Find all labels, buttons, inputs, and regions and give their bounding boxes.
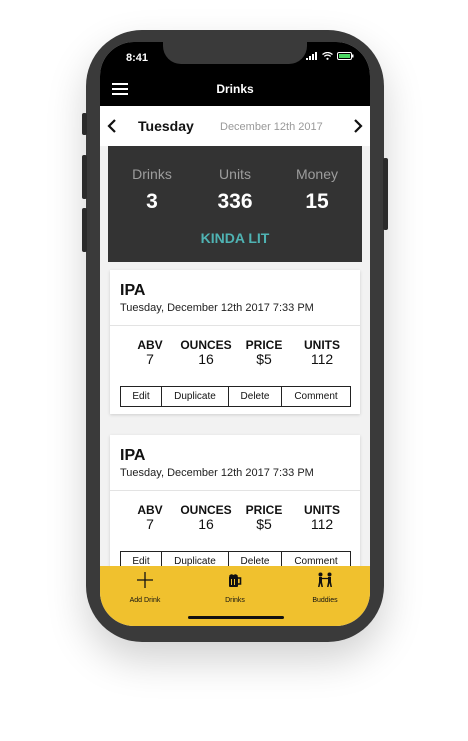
stat-price-label: PRICE xyxy=(245,338,283,352)
signal-icon xyxy=(306,52,317,60)
home-indicator[interactable] xyxy=(188,616,284,619)
stat-abv-label: ABV xyxy=(137,503,163,517)
stat-ounces-label: OUNCES xyxy=(180,338,232,352)
stat-ounces: OUNCES 16 xyxy=(176,338,236,367)
chevron-left-icon[interactable] xyxy=(106,118,118,134)
stat-units: UNITS 112 xyxy=(292,503,352,532)
stat-price: PRICE $5 xyxy=(234,338,294,367)
volume-down-button xyxy=(82,208,87,252)
stat-abv-label: ABV xyxy=(137,338,163,352)
summary-units-value: 336 xyxy=(217,190,253,213)
summary-drinks-value: 3 xyxy=(146,190,158,213)
stat-abv-value: 7 xyxy=(146,351,154,367)
summary-drinks: Drinks 3 xyxy=(112,166,192,214)
stat-abv: ABV 7 xyxy=(120,338,180,367)
summary-money-value: 15 xyxy=(305,190,329,213)
stat-abv-value: 7 xyxy=(146,516,154,532)
drink-name: IPA xyxy=(120,282,146,299)
status-time: 8:41 xyxy=(126,52,149,64)
stat-ounces-label: OUNCES xyxy=(180,503,232,517)
tab-buddies-label: Buddies xyxy=(312,597,338,604)
battery-icon xyxy=(337,52,354,60)
stat-ounces-value: 16 xyxy=(198,351,214,367)
daily-summary: Drinks 3 Units 336 Money 15 KINDA LIT xyxy=(108,146,362,262)
status-icons xyxy=(306,52,354,60)
stat-units-label: UNITS xyxy=(304,338,340,352)
tab-buddies[interactable]: Buddies xyxy=(290,572,360,604)
phone-screen: 8:41 Drinks Tuesday December 12th 2017 D… xyxy=(100,42,370,626)
stat-price-value: $5 xyxy=(256,351,272,367)
summary-drinks-label: Drinks xyxy=(132,166,172,182)
stat-units-value: 112 xyxy=(310,516,334,532)
plus-icon xyxy=(137,572,153,588)
tab-add-drink-label: Add Drink xyxy=(129,597,161,604)
day-name: Tuesday xyxy=(138,118,194,134)
chevron-right-icon[interactable] xyxy=(352,118,364,134)
summary-units: Units 336 xyxy=(195,166,275,214)
mute-switch xyxy=(82,113,87,135)
stat-price: PRICE $5 xyxy=(234,503,294,532)
edit-button[interactable]: Edit xyxy=(120,386,162,407)
divider xyxy=(110,490,360,491)
beer-mug-icon xyxy=(229,574,242,587)
stat-units: UNITS 112 xyxy=(292,338,352,367)
tab-add-drink[interactable]: Add Drink xyxy=(110,572,180,604)
day-date: December 12th 2017 xyxy=(220,121,323,133)
summary-units-label: Units xyxy=(219,166,251,182)
stat-price-label: PRICE xyxy=(245,503,283,517)
stat-units-value: 112 xyxy=(310,351,334,367)
page-title: Drinks xyxy=(216,82,254,96)
stat-ounces-value: 16 xyxy=(198,516,214,532)
comment-button[interactable]: Comment xyxy=(281,386,351,407)
drink-name: IPA xyxy=(120,447,146,464)
date-selector: Tuesday December 12th 2017 xyxy=(100,106,370,146)
stat-units-label: UNITS xyxy=(304,503,340,517)
summary-money-label: Money xyxy=(295,166,339,182)
drink-time: Tuesday, December 12th 2017 7:33 PM xyxy=(120,302,314,314)
tab-drinks[interactable]: Drinks xyxy=(200,572,270,604)
notch xyxy=(163,42,307,64)
volume-up-button xyxy=(82,155,87,199)
drink-card[interactable]: IPA Tuesday, December 12th 2017 7:33 PM … xyxy=(110,435,360,579)
tab-drinks-label: Drinks xyxy=(225,597,245,604)
duplicate-button[interactable]: Duplicate xyxy=(161,386,229,407)
stat-ounces: OUNCES 16 xyxy=(176,503,236,532)
drink-actions: Edit Duplicate Delete Comment xyxy=(120,386,351,407)
buddies-icon xyxy=(318,572,332,587)
wifi-icon xyxy=(322,52,333,60)
summary-money: Money 15 xyxy=(277,166,357,214)
intoxication-status: KINDA LIT xyxy=(200,230,270,246)
drink-time: Tuesday, December 12th 2017 7:33 PM xyxy=(120,467,314,479)
power-button xyxy=(383,158,388,230)
divider xyxy=(110,325,360,326)
stat-price-value: $5 xyxy=(256,516,272,532)
delete-button[interactable]: Delete xyxy=(228,386,282,407)
drink-card[interactable]: IPA Tuesday, December 12th 2017 7:33 PM … xyxy=(110,270,360,414)
stat-abv: ABV 7 xyxy=(120,503,180,532)
